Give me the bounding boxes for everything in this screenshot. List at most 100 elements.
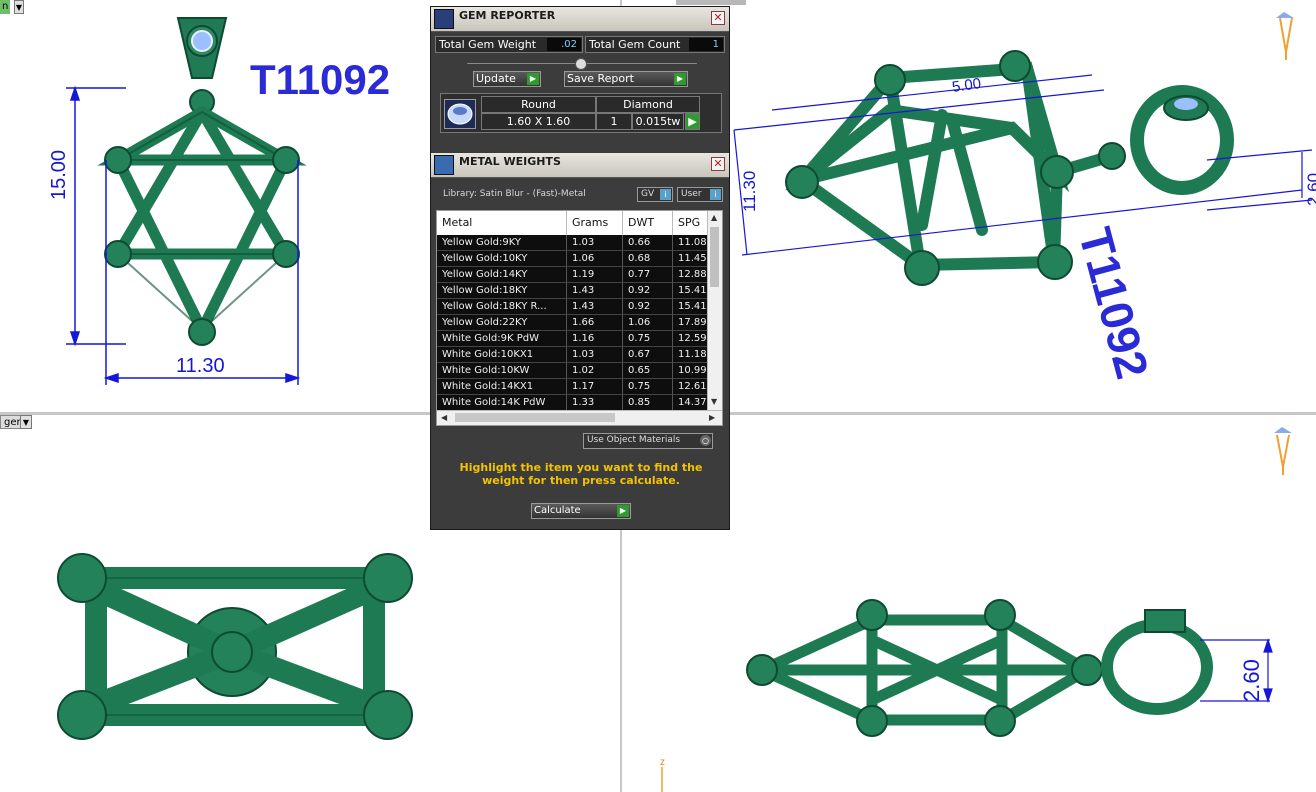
user-toggle[interactable]: User i bbox=[677, 187, 723, 202]
spg-cell: 12.61 bbox=[673, 379, 709, 395]
table-row[interactable]: White Gold:14KX1 1.17 0.75 12.61 bbox=[437, 379, 709, 395]
gem-count: 1 bbox=[596, 113, 632, 130]
column-header-grams[interactable]: Grams bbox=[567, 211, 623, 235]
gv-toggle[interactable]: GV i bbox=[637, 187, 673, 202]
table-header: Metal Grams DWT SPG bbox=[437, 211, 709, 235]
scroll-up-icon[interactable]: ▲ bbox=[711, 213, 717, 222]
metal-cell: Yellow Gold:18KY R... bbox=[437, 299, 567, 315]
dwt-cell: 0.75 bbox=[623, 379, 673, 395]
table-row[interactable]: White Gold:10KX1 1.03 0.67 11.18 bbox=[437, 347, 709, 363]
metal-weights-table[interactable]: Metal Grams DWT SPG Yellow Gold:9KY 1.03 0… bbox=[436, 210, 723, 426]
instruction-text: Highlight the item you want to find the … bbox=[459, 461, 703, 487]
table-row[interactable]: Yellow Gold:9KY 1.03 0.66 11.08 bbox=[437, 235, 709, 251]
viewport-tab-perspective[interactable] bbox=[676, 0, 746, 5]
viewport-tag-front[interactable]: n bbox=[0, 0, 11, 14]
spg-cell: 11.45 bbox=[673, 251, 709, 267]
grams-cell: 1.03 bbox=[567, 347, 623, 363]
model-code-label: T11092 bbox=[250, 56, 391, 103]
total-gem-weight-value: .02 bbox=[547, 38, 581, 51]
dwt-cell: 0.77 bbox=[623, 267, 673, 283]
spg-cell: 15.41 bbox=[673, 299, 709, 315]
metal-cell: Yellow Gold:18KY bbox=[437, 283, 567, 299]
scroll-down-icon[interactable]: ▼ bbox=[711, 397, 717, 406]
grams-cell: 1.02 bbox=[567, 363, 623, 379]
viewport-menu-dropdown-icon[interactable]: ▼ bbox=[20, 415, 32, 429]
dwt-cell: 0.92 bbox=[623, 283, 673, 299]
round-gem-icon bbox=[444, 99, 476, 129]
gem-play-icon[interactable]: ▶ bbox=[685, 113, 700, 130]
gem-weight: 0.015tw bbox=[632, 113, 684, 130]
dimension-depth: 2.60 bbox=[1239, 659, 1264, 702]
dwt-cell: 0.92 bbox=[623, 299, 673, 315]
table-row[interactable]: Yellow Gold:18KY R... 1.43 0.92 15.41 bbox=[437, 299, 709, 315]
dwt-cell: 0.68 bbox=[623, 251, 673, 267]
table-row[interactable]: Yellow Gold:14KY 1.19 0.77 12.88 bbox=[437, 267, 709, 283]
total-gem-count-field: Total Gem Count 1 bbox=[585, 36, 725, 53]
viewport-menu-dropdown-icon[interactable]: ▼ bbox=[14, 0, 24, 14]
close-icon[interactable]: ✕ bbox=[711, 157, 725, 171]
calculate-button[interactable]: Calculate ▶ bbox=[531, 503, 631, 519]
spg-cell: 17.89 bbox=[673, 315, 709, 331]
spg-cell: 11.18 bbox=[673, 347, 709, 363]
grams-cell: 1.03 bbox=[567, 235, 623, 251]
dwt-cell: 0.75 bbox=[623, 331, 673, 347]
metal-weights-icon bbox=[434, 155, 454, 175]
scroll-right-icon[interactable]: ▶ bbox=[709, 413, 715, 422]
gem-shape: Round bbox=[481, 96, 596, 113]
z-axis-label: z bbox=[660, 757, 665, 768]
metal-weights-titlebar[interactable]: METAL WEIGHTS ✕ bbox=[431, 153, 729, 178]
use-object-materials-label: Use Object Materials bbox=[587, 435, 681, 445]
metal-weights-title: METAL WEIGHTS bbox=[459, 155, 561, 168]
column-header-spg[interactable]: SPG bbox=[673, 211, 709, 235]
dwt-cell: 0.66 bbox=[623, 235, 673, 251]
dwt-cell: 0.85 bbox=[623, 395, 673, 411]
dimension-height: 15.00 bbox=[48, 149, 70, 200]
column-header-metal[interactable]: Metal bbox=[437, 211, 567, 235]
grams-cell: 1.16 bbox=[567, 331, 623, 347]
library-label: Library: Satin Blur - (Fast)-Metal bbox=[443, 189, 586, 199]
info-icon: i bbox=[710, 189, 721, 200]
metal-cell: White Gold:10KW bbox=[437, 363, 567, 379]
scroll-thumb[interactable] bbox=[710, 227, 719, 287]
play-icon: ▶ bbox=[617, 505, 629, 517]
gem-size: 1.60 X 1.60 bbox=[481, 113, 596, 130]
user-label: User bbox=[681, 189, 702, 199]
grams-cell: 1.19 bbox=[567, 267, 623, 283]
metal-cell: Yellow Gold:22KY bbox=[437, 315, 567, 331]
radio-icon: ○ bbox=[700, 435, 711, 446]
scroll-left-icon[interactable]: ◀ bbox=[441, 413, 447, 422]
gem-material: Diamond bbox=[596, 96, 700, 113]
gem-reporter-icon bbox=[434, 9, 454, 29]
calculate-button-label: Calculate bbox=[534, 505, 581, 516]
spg-cell: 12.59 bbox=[673, 331, 709, 347]
metal-cell: White Gold:14K PdW bbox=[437, 395, 567, 411]
size-slider-handle[interactable] bbox=[575, 58, 587, 70]
close-icon[interactable]: ✕ bbox=[711, 11, 725, 25]
table-row[interactable]: White Gold:9K PdW 1.16 0.75 12.59 bbox=[437, 331, 709, 347]
metal-cell: White Gold:9K PdW bbox=[437, 331, 567, 347]
dimension-b: 2.60 bbox=[1304, 172, 1316, 206]
save-report-button[interactable]: Save Report ▶ bbox=[564, 71, 688, 87]
table-row[interactable]: Yellow Gold:22KY 1.66 1.06 17.89 bbox=[437, 315, 709, 331]
use-object-materials-toggle[interactable]: Use Object Materials ○ bbox=[583, 433, 713, 449]
table-row[interactable]: White Gold:14K PdW 1.33 0.85 14.37 bbox=[437, 395, 709, 411]
metal-cell: White Gold:10KX1 bbox=[437, 347, 567, 363]
scroll-thumb[interactable] bbox=[455, 413, 615, 422]
gem-list-row[interactable]: Round Diamond 1.60 X 1.60 1 0.015tw ▶ bbox=[440, 93, 722, 133]
table-row[interactable]: Yellow Gold:10KY 1.06 0.68 11.45 bbox=[437, 251, 709, 267]
update-button[interactable]: Update ▶ bbox=[473, 71, 541, 87]
table-row[interactable]: Yellow Gold:18KY 1.43 0.92 15.41 bbox=[437, 283, 709, 299]
table-horizontal-scrollbar[interactable]: ◀ ▶ bbox=[437, 410, 722, 425]
spg-cell: 10.99 bbox=[673, 363, 709, 379]
gv-label: GV bbox=[641, 189, 655, 199]
gem-reporter-titlebar[interactable]: GEM REPORTER ✕ bbox=[431, 7, 729, 32]
column-header-dwt[interactable]: DWT bbox=[623, 211, 673, 235]
spg-cell: 14.37 bbox=[673, 395, 709, 411]
grams-cell: 1.06 bbox=[567, 251, 623, 267]
metal-cell: Yellow Gold:10KY bbox=[437, 251, 567, 267]
play-icon: ▶ bbox=[674, 73, 686, 85]
table-row[interactable]: White Gold:10KW 1.02 0.65 10.99 bbox=[437, 363, 709, 379]
total-gem-count-label: Total Gem Count bbox=[589, 38, 681, 51]
grams-cell: 1.66 bbox=[567, 315, 623, 331]
table-vertical-scrollbar[interactable]: ▲ ▼ bbox=[707, 211, 722, 411]
